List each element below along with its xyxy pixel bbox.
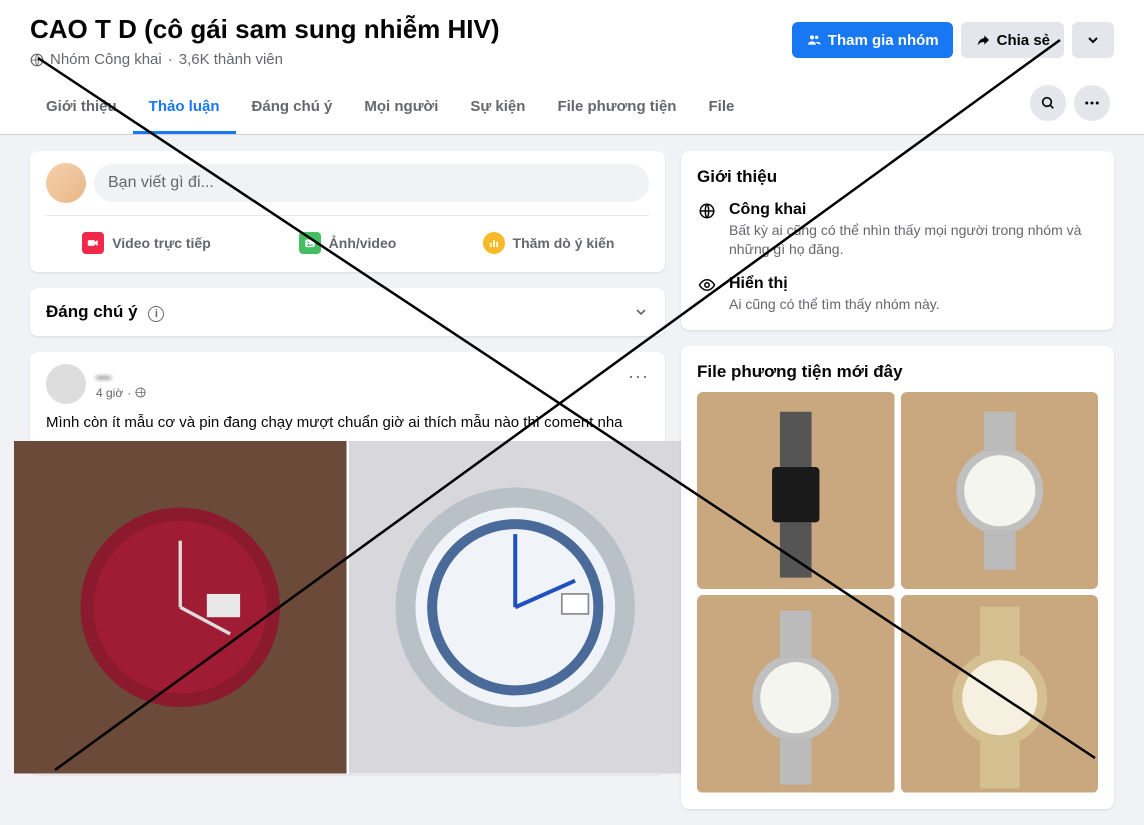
media-thumbnail[interactable] xyxy=(697,595,895,793)
info-icon: i xyxy=(148,306,164,322)
poll-icon xyxy=(483,232,505,254)
composer-input[interactable]: Bạn viết gì đi... xyxy=(94,164,649,202)
ellipsis-icon xyxy=(1083,94,1101,112)
about-title: Giới thiệu xyxy=(697,167,1098,187)
nav-tabs: Giới thiệu Thảo luận Đáng chú ý Mọi ngườ… xyxy=(30,82,750,134)
media-image[interactable] xyxy=(14,441,347,774)
group-meta: Nhóm Công khai · 3,6K thành viên xyxy=(30,51,500,68)
member-count: 3,6K thành viên xyxy=(179,51,283,68)
header-actions: Tham gia nhóm Chia sẻ xyxy=(792,22,1114,58)
globe-icon xyxy=(135,387,146,398)
about-visible-heading: Hiển thị xyxy=(729,275,940,293)
post-card: — 4 giờ · ··· Mình còn ít mẫu cơ và pin … xyxy=(30,352,665,774)
globe-icon xyxy=(30,53,44,67)
about-card: Giới thiệu Công khai Bất kỳ ai cũng có t… xyxy=(681,151,1114,330)
tab-media[interactable]: File phương tiện xyxy=(541,82,692,134)
post-timestamp: 4 giờ · xyxy=(96,386,146,400)
featured-title: Đáng chú ý xyxy=(46,302,138,321)
video-icon xyxy=(82,232,104,254)
poll-button[interactable]: Thăm dò ý kiến xyxy=(448,226,649,260)
post-author[interactable]: — xyxy=(96,369,146,386)
tab-events[interactable]: Sự kiện xyxy=(454,82,541,134)
recent-media-card: File phương tiện mới đây xyxy=(681,346,1114,809)
media-thumbnail[interactable] xyxy=(901,392,1099,590)
tab-about[interactable]: Giới thiệu xyxy=(30,82,133,134)
join-label: Tham gia nhóm xyxy=(828,32,939,49)
separator-dot: · xyxy=(168,51,173,68)
tab-people[interactable]: Mọi người xyxy=(348,82,454,134)
featured-section[interactable]: Đáng chú ý i xyxy=(30,288,665,336)
post-composer: Bạn viết gì đi... Video trực tiếp Ảnh/vi… xyxy=(30,151,665,272)
avatar[interactable] xyxy=(46,163,86,203)
tab-featured[interactable]: Đáng chú ý xyxy=(236,82,349,134)
search-button[interactable] xyxy=(1030,85,1066,121)
eye-icon xyxy=(697,275,717,295)
tab-files[interactable]: File xyxy=(692,82,750,134)
join-group-button[interactable]: Tham gia nhóm xyxy=(792,22,953,58)
share-button[interactable]: Chia sẻ xyxy=(961,22,1064,58)
privacy-label: Nhóm Công khai xyxy=(50,51,162,68)
photo-icon xyxy=(299,232,321,254)
more-button[interactable] xyxy=(1074,85,1110,121)
share-label: Chia sẻ xyxy=(997,32,1050,49)
live-video-button[interactable]: Video trực tiếp xyxy=(46,226,247,260)
media-image[interactable] xyxy=(349,441,682,774)
about-visible-desc: Ai cũng có thể tìm thấy nhóm này. xyxy=(729,295,940,314)
tab-discussion[interactable]: Thảo luận xyxy=(133,82,236,134)
poll-label: Thăm dò ý kiến xyxy=(513,235,615,251)
post-text: Mình còn ít mẫu cơ và pin đang chạy mượt… xyxy=(46,414,649,431)
about-public-desc: Bất kỳ ai cũng có thể nhìn thấy mọi ngườ… xyxy=(729,221,1098,259)
share-icon xyxy=(975,32,991,48)
avatar[interactable] xyxy=(46,364,86,404)
recent-media-title: File phương tiện mới đây xyxy=(697,362,1098,382)
post-media-grid[interactable] xyxy=(14,441,681,774)
live-video-label: Video trực tiếp xyxy=(112,235,211,251)
about-public-heading: Công khai xyxy=(729,201,1098,219)
group-title: CAO T D (cô gái sam sung nhiễm HIV) xyxy=(30,14,500,45)
photo-video-label: Ảnh/video xyxy=(329,235,397,251)
more-actions-button[interactable] xyxy=(1072,22,1114,58)
globe-icon xyxy=(697,201,717,221)
chevron-down-icon xyxy=(1085,32,1101,48)
media-thumbnail[interactable] xyxy=(901,595,1099,793)
media-thumbnail[interactable] xyxy=(697,392,895,590)
post-menu-button[interactable]: ··· xyxy=(628,366,649,387)
group-join-icon xyxy=(806,32,822,48)
chevron-down-icon xyxy=(633,304,649,320)
search-icon xyxy=(1040,95,1056,111)
group-header: CAO T D (cô gái sam sung nhiễm HIV) Nhóm… xyxy=(0,0,1144,135)
photo-video-button[interactable]: Ảnh/video xyxy=(247,226,448,260)
